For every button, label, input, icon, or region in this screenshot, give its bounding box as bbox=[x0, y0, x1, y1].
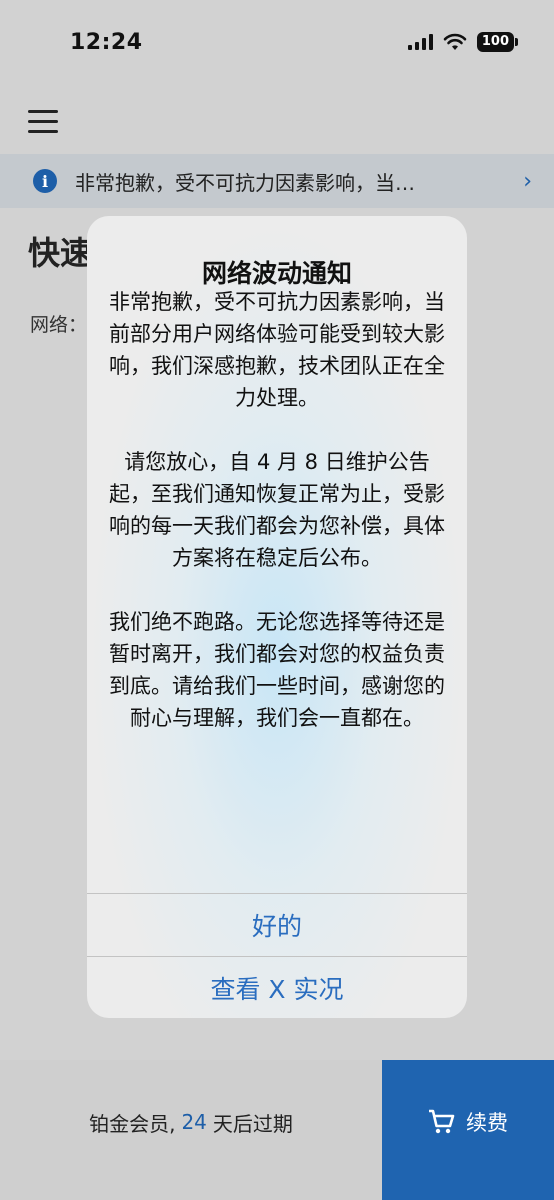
wifi-icon bbox=[443, 33, 467, 50]
signal-icon bbox=[407, 34, 433, 50]
banner-text: 非常抱歉，受不可抗力因素影响，当… bbox=[75, 170, 415, 195]
status-bar: 12:24 100 bbox=[0, 0, 554, 84]
battery-icon: 100 bbox=[476, 32, 519, 52]
cart-icon bbox=[429, 1109, 455, 1134]
network-label: 网络： bbox=[30, 314, 88, 336]
dialog-title: 网络波动通知 bbox=[201, 259, 352, 288]
status-icons: 100 bbox=[407, 32, 519, 52]
ok-button[interactable]: 好的 bbox=[87, 893, 467, 955]
renew-label: 续费 bbox=[466, 1111, 508, 1135]
bottom-bar: 铂金会员, 24 天后过期 续费 bbox=[0, 1060, 554, 1200]
notice-banner[interactable]: i 非常抱歉，受不可抗力因素影响，当… › bbox=[0, 154, 554, 208]
member-suffix: 天后过期 bbox=[212, 1111, 293, 1136]
dialog-paragraph: 非常抱歉，受不可抗力因素影响，当前部分用户网络体验可能受到较大影响，我们深感抱歉… bbox=[109, 290, 445, 410]
member-prefix: 铂金会员, bbox=[89, 1111, 176, 1136]
chevron-right-icon: › bbox=[523, 168, 532, 194]
page-title: 快速 bbox=[28, 234, 93, 272]
view-x-button[interactable]: 查看 X 实况 bbox=[87, 956, 467, 1018]
network-notice-dialog: 网络波动通知 非常抱歉，受不可抗力因素影响，当前部分用户网络体验可能受到较大影响… bbox=[87, 216, 467, 1018]
dialog-paragraph: 请您放心，自 4 月 8 日维护公告起，至我们通知恢复正常为止，受影响的每一天我… bbox=[109, 450, 445, 570]
menu-icon[interactable] bbox=[28, 110, 58, 136]
member-days: 24 bbox=[181, 1110, 207, 1134]
status-time: 12:24 bbox=[70, 29, 143, 55]
renew-button[interactable]: 续费 bbox=[382, 1060, 554, 1200]
dialog-paragraph: 我们绝不跑路。无论您选择等待还是暂时离开，我们都会对您的权益负责到底。请给我们一… bbox=[109, 610, 445, 730]
info-icon: i bbox=[33, 169, 57, 193]
membership-status: 铂金会员, 24 天后过期 bbox=[0, 1060, 382, 1200]
dialog-body: 非常抱歉，受不可抗力因素影响，当前部分用户网络体验可能受到较大影响，我们深感抱歉… bbox=[109, 286, 445, 734]
